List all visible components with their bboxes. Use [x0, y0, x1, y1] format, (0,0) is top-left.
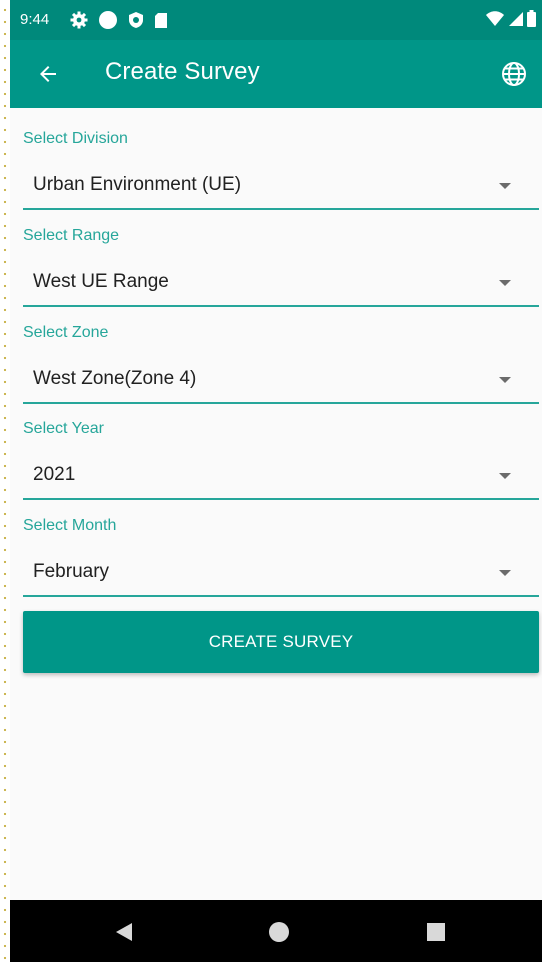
signal-icon [509, 11, 523, 26]
dropdown-arrow-icon [499, 183, 511, 189]
nav-home-icon[interactable] [269, 922, 289, 942]
create-survey-button[interactable]: CREATE SURVEY [23, 611, 539, 673]
settings-icon [70, 11, 88, 29]
shield-icon [129, 12, 143, 28]
language-button[interactable] [494, 54, 534, 94]
field-underline [23, 305, 539, 307]
dropdown-arrow-icon [499, 570, 511, 576]
phone-screen: 9:44 Create Survey Select Division Urban… [10, 0, 542, 962]
status-icons-right [486, 10, 536, 27]
year-value: 2021 [33, 464, 76, 485]
field-underline [23, 595, 539, 597]
battery-icon [527, 10, 536, 27]
circle-icon [99, 11, 117, 29]
range-select[interactable]: Select Range West UE Range [23, 211, 539, 307]
nav-recents-icon[interactable] [427, 923, 445, 941]
division-value: Urban Environment (UE) [33, 174, 242, 195]
field-underline [23, 208, 539, 210]
app-bar: Create Survey [10, 40, 542, 108]
zone-select[interactable]: Select Zone West Zone(Zone 4) [23, 308, 539, 404]
status-icons-left [70, 10, 168, 30]
system-nav-bar [10, 900, 542, 962]
division-label: Select Division [23, 130, 128, 147]
arrow-back-icon [40, 66, 56, 82]
year-select[interactable]: Select Year 2021 [23, 404, 539, 500]
month-select[interactable]: Select Month February [23, 501, 539, 597]
nav-back-icon[interactable] [114, 922, 134, 942]
page-title: Create Survey [105, 58, 260, 85]
dropdown-arrow-icon [499, 473, 511, 479]
dropdown-arrow-icon [499, 377, 511, 383]
month-value: February [33, 561, 110, 582]
month-label: Select Month [23, 517, 117, 534]
range-value: West UE Range [33, 271, 169, 292]
status-bar: 9:44 [10, 0, 542, 40]
edge-decoration [0, 0, 10, 962]
year-label: Select Year [23, 420, 104, 437]
zone-label: Select Zone [23, 324, 109, 341]
status-time: 9:44 [20, 11, 50, 28]
range-label: Select Range [23, 227, 120, 244]
field-underline [23, 498, 539, 500]
globe-icon [502, 62, 526, 86]
division-select[interactable]: Select Division Urban Environment (UE) [23, 114, 539, 210]
dropdown-arrow-icon [499, 280, 511, 286]
sd-card-icon [155, 12, 167, 28]
zone-value: West Zone(Zone 4) [33, 368, 197, 389]
wifi-icon [486, 10, 504, 26]
back-button[interactable] [30, 56, 66, 92]
